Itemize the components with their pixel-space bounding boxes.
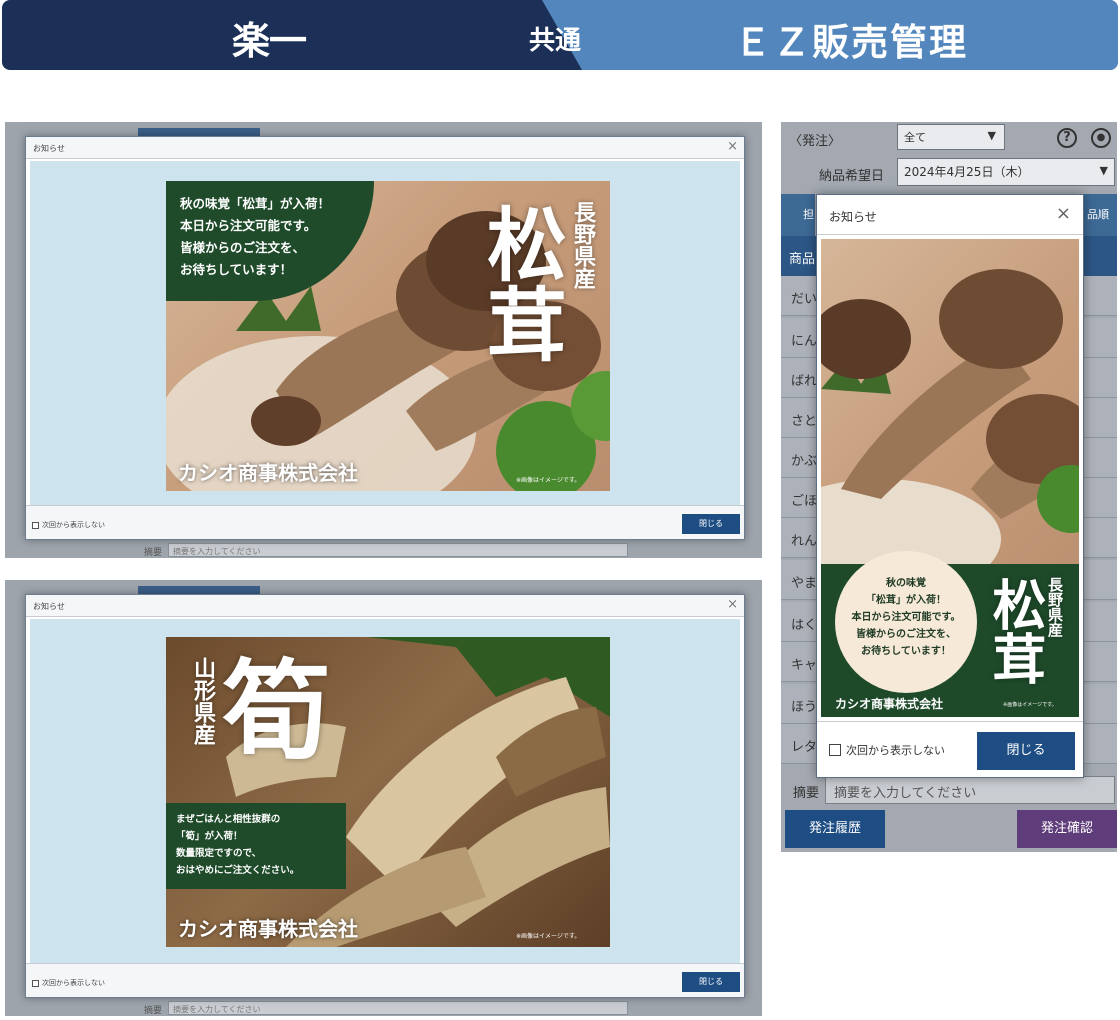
header-banner: 楽一 共通 ＥＺ販売管理 xyxy=(2,0,1118,70)
background-summary-row: 摘要 摘要を入力してください xyxy=(138,542,762,558)
summary-input[interactable]: 摘要を入力してください xyxy=(168,543,628,557)
desktop-screen-takenoko: 摘要 摘要を入力してください お知らせ × 山形県産 筍 まぜごはんと相性抜群の… xyxy=(5,580,762,1016)
dont-show-again[interactable]: 次回から表示しない xyxy=(829,742,945,758)
dialog-titlebar: お知らせ × xyxy=(26,137,744,159)
order-history-button[interactable]: 発注履歴 xyxy=(785,810,885,848)
poster-origin: 長野県産 xyxy=(1046,577,1064,637)
delivery-date-label: 納品希望日 xyxy=(819,169,885,184)
poster-message: まぜごはんと相性抜群の 「筍」が入荷！ 数量限定ですので、 おはやめにご注文くだ… xyxy=(176,814,300,876)
poster-note: ※画像はイメージです。 xyxy=(516,477,581,484)
dialog-body: 秋の味覚 「松茸」が入荷！ 本日から注文可能です。 皆様からのご注文を、 お待ち… xyxy=(821,239,1079,717)
delivery-date-value: 2024年4月25日（木） xyxy=(904,165,1030,179)
close-button[interactable]: 閉じる xyxy=(977,732,1075,770)
poster-product: 松茸 xyxy=(474,203,567,363)
summary-input[interactable]: 摘要を入力してください xyxy=(825,776,1115,804)
filter-select[interactable]: 全て ▼ xyxy=(897,124,1005,150)
help-icon[interactable]: ? xyxy=(1057,128,1077,148)
dont-show-again[interactable]: 次回から表示しない xyxy=(32,520,105,530)
summary-label: 摘要 xyxy=(144,548,163,558)
summary-label: 摘要 xyxy=(793,786,820,801)
summary-label: 摘要 xyxy=(144,1006,163,1016)
dialog-footer: 次回から表示しない 閉じる xyxy=(26,505,744,539)
takenoko-poster: 山形県産 筍 まぜごはんと相性抜群の 「筍」が入荷！ 数量限定ですので、 おはや… xyxy=(166,637,610,947)
close-button[interactable]: 閉じる xyxy=(682,514,740,534)
dont-show-label: 次回から表示しない xyxy=(42,521,105,529)
filter-value: 全て xyxy=(904,131,926,144)
poster-company: カシオ商事株式会社 xyxy=(835,697,944,711)
poster-product: 松茸 xyxy=(983,577,1047,685)
background-summary-row: 摘要 摘要を入力してください xyxy=(138,1000,762,1016)
mobile-order-screen: 〈発注〉 全て ▼ ? ● 納品希望日 2024年4月25日（木） ▼ 担 品順… xyxy=(781,122,1117,852)
poster-origin: 山形県産 xyxy=(190,657,215,745)
close-button[interactable]: 閉じる xyxy=(682,972,740,992)
dialog-body: 山形県産 筍 まぜごはんと相性抜群の 「筍」が入荷！ 数量限定ですので、 おはや… xyxy=(30,619,740,963)
summary-row: 摘要 摘要を入力してください xyxy=(781,774,1117,806)
poster-note: ※画像はイメージです。 xyxy=(1003,702,1057,708)
order-confirm-button[interactable]: 発注確認 xyxy=(1017,810,1117,848)
dont-show-checkbox[interactable] xyxy=(32,521,39,529)
dont-show-label: 次回から表示しない xyxy=(846,744,945,757)
poster-company: カシオ商事株式会社 xyxy=(178,917,358,941)
matsutake-poster: 秋の味覚「松茸」が入荷！ 本日から注文可能です。 皆様からのご注文を、 お待ちし… xyxy=(166,181,610,491)
poster-product-text: 松茸 xyxy=(983,577,1046,685)
chevron-down-icon: ▼ xyxy=(1099,164,1108,177)
dialog-title: お知らせ xyxy=(33,602,65,611)
dialog-body: 秋の味覚「松茸」が入荷！ 本日から注文可能です。 皆様からのご注文を、 お待ちし… xyxy=(30,161,740,505)
poster-origin: 長野県産 xyxy=(570,201,595,289)
dialog-footer: 次回から表示しない 閉じる xyxy=(817,721,1083,777)
dialog-footer: 次回から表示しない 閉じる xyxy=(26,963,744,997)
order-header-label: 〈発注〉 xyxy=(789,134,842,149)
close-icon[interactable]: × xyxy=(727,140,738,154)
notice-dialog: お知らせ × 山形県産 筍 まぜごはんと相性抜群の 「筍」が入荷！ 数量限定です… xyxy=(25,594,745,998)
dont-show-checkbox[interactable] xyxy=(32,979,39,987)
tab-right[interactable]: 品順 xyxy=(1083,194,1117,238)
user-icon[interactable]: ● xyxy=(1091,128,1111,148)
dialog-title: お知らせ xyxy=(829,210,877,224)
dont-show-label: 次回から表示しない xyxy=(42,979,105,987)
desktop-screen-matsutake: 摘要 摘要を入力してください お知らせ × 秋の味覚「松茸」が入荷！ 本日から注… xyxy=(5,122,762,558)
poster-message: 秋の味覚「松茸」が入荷！ 本日から注文可能です。 皆様からのご注文を、 お待ちし… xyxy=(180,196,331,277)
dialog-titlebar: お知らせ × xyxy=(817,195,1083,235)
notice-dialog: お知らせ × 秋の味覚 「松茸」が入荷！ 本日から注文可能です。 皆様からのご注… xyxy=(816,194,1084,778)
poster-product-text: 松茸 xyxy=(474,203,567,363)
poster-message: 秋の味覚 「松茸」が入荷！ 本日から注文可能です。 皆様からのご注文を、 お待ち… xyxy=(851,578,961,657)
dont-show-again[interactable]: 次回から表示しない xyxy=(32,978,105,988)
banner-common-label: 共通 xyxy=(529,26,582,56)
dialog-title: お知らせ xyxy=(33,144,65,153)
mushroom-illustration xyxy=(821,269,1079,569)
rakuichi-logo: 楽一 xyxy=(232,19,307,63)
chevron-down-icon: ▼ xyxy=(987,129,996,142)
close-icon[interactable]: × xyxy=(1056,203,1071,224)
poster-note: ※画像はイメージです。 xyxy=(516,933,581,940)
poster-company: カシオ商事株式会社 xyxy=(178,461,358,485)
notice-dialog: お知らせ × 秋の味覚「松茸」が入荷！ 本日から注文可能です。 皆様からのご注文… xyxy=(25,136,745,540)
banner-product-name: ＥＺ販売管理 xyxy=(734,21,968,64)
summary-input[interactable]: 摘要を入力してください xyxy=(168,1001,628,1015)
poster-product: 筍 xyxy=(222,650,331,775)
message-box: まぜごはんと相性抜群の 「筍」が入荷！ 数量限定ですので、 おはやめにご注文くだ… xyxy=(166,803,346,889)
matsutake-poster: 秋の味覚 「松茸」が入荷！ 本日から注文可能です。 皆様からのご注文を、 お待ち… xyxy=(821,239,1079,717)
close-icon[interactable]: × xyxy=(727,598,738,612)
dont-show-checkbox[interactable] xyxy=(829,744,841,756)
tab-left[interactable]: 担 xyxy=(781,194,815,238)
delivery-date-select[interactable]: 2024年4月25日（木） ▼ xyxy=(897,158,1115,186)
dialog-titlebar: お知らせ × xyxy=(26,595,744,617)
